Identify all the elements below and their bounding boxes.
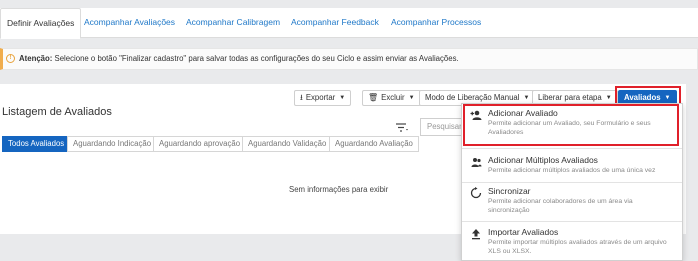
add-evaluated-highlight	[463, 104, 679, 146]
menu-item-description: Permite importar múltiplos avaliados atr…	[488, 239, 667, 255]
delete-label: Excluir	[381, 93, 405, 102]
top-tab-bar: Definir Avaliações Acompanhar Avaliações…	[0, 8, 698, 39]
menu-item-title: Importar Avaliados	[488, 227, 559, 237]
export-button[interactable]: ⭳ Exportar ▼	[294, 90, 352, 106]
upload-icon	[470, 228, 482, 240]
menu-item-title: Sincronizar	[488, 186, 531, 196]
release-stage-label: Liberar para etapa	[538, 93, 602, 102]
page-title: Listagem de Avaliados	[2, 106, 112, 118]
empty-state-message: Sem informações para exibir	[289, 185, 389, 194]
menu-item-import[interactable]: Importar Avaliados Permite importar múlt…	[462, 223, 682, 261]
tab-acompanhar-avaliacoes[interactable]: Acompanhar Avaliações	[78, 8, 181, 38]
delete-button[interactable]: 🗑 Excluir ▼	[362, 90, 421, 106]
menu-divider	[462, 221, 682, 222]
download-icon: ⭳	[300, 93, 303, 102]
subtab-aguardando-aprovacao[interactable]: Aguardando aprovação	[153, 136, 247, 152]
export-label: Exportar	[305, 93, 336, 102]
info-icon: !	[6, 54, 15, 63]
menu-item-add-multiple[interactable]: Adicionar Múltiplos Avaliados Permite ad…	[462, 151, 682, 181]
menu-divider	[462, 148, 682, 149]
filter-icon[interactable]	[395, 123, 409, 133]
sync-icon	[470, 187, 482, 199]
subtab-todos-avaliados[interactable]: Todos Avaliados	[2, 136, 71, 152]
subtab-aguardando-indicacao[interactable]: Aguardando Indicação	[67, 136, 158, 152]
tab-acompanhar-calibragem[interactable]: Acompanhar Calibragem	[180, 8, 286, 38]
tab-acompanhar-processos[interactable]: Acompanhar Processos	[385, 8, 487, 38]
chevron-down-icon: ▼	[408, 95, 415, 101]
alert-text: Selecione o botão "Finalizar cadastro" p…	[52, 54, 459, 63]
add-group-icon	[470, 156, 482, 168]
release-mode-label: Modo de Liberação Manual	[425, 93, 520, 102]
menu-item-sync[interactable]: Sincronizar Permite adicionar colaborado…	[462, 182, 682, 220]
menu-item-description: Permite adicionar múltiplos avaliados de…	[488, 167, 656, 174]
chevron-down-icon: ▼	[339, 95, 346, 101]
subtab-aguardando-validacao[interactable]: Aguardando Validação	[242, 136, 333, 152]
tab-acompanhar-feedback[interactable]: Acompanhar Feedback	[285, 8, 385, 38]
trash-icon: 🗑	[368, 93, 379, 102]
attention-alert: ! Atenção: Selecione o botão "Finalizar …	[0, 48, 698, 70]
menu-item-description: Permite adicionar colaboradores de um ár…	[488, 198, 633, 214]
tab-definir-avaliacoes[interactable]: Definir Avaliações	[0, 8, 82, 39]
search-input[interactable]: Pesquisar	[420, 118, 465, 136]
subtab-aguardando-avaliacao[interactable]: Aguardando Avaliação	[329, 136, 419, 152]
alert-title: Atenção:	[19, 54, 53, 63]
menu-item-title: Adicionar Múltiplos Avaliados	[488, 155, 598, 165]
